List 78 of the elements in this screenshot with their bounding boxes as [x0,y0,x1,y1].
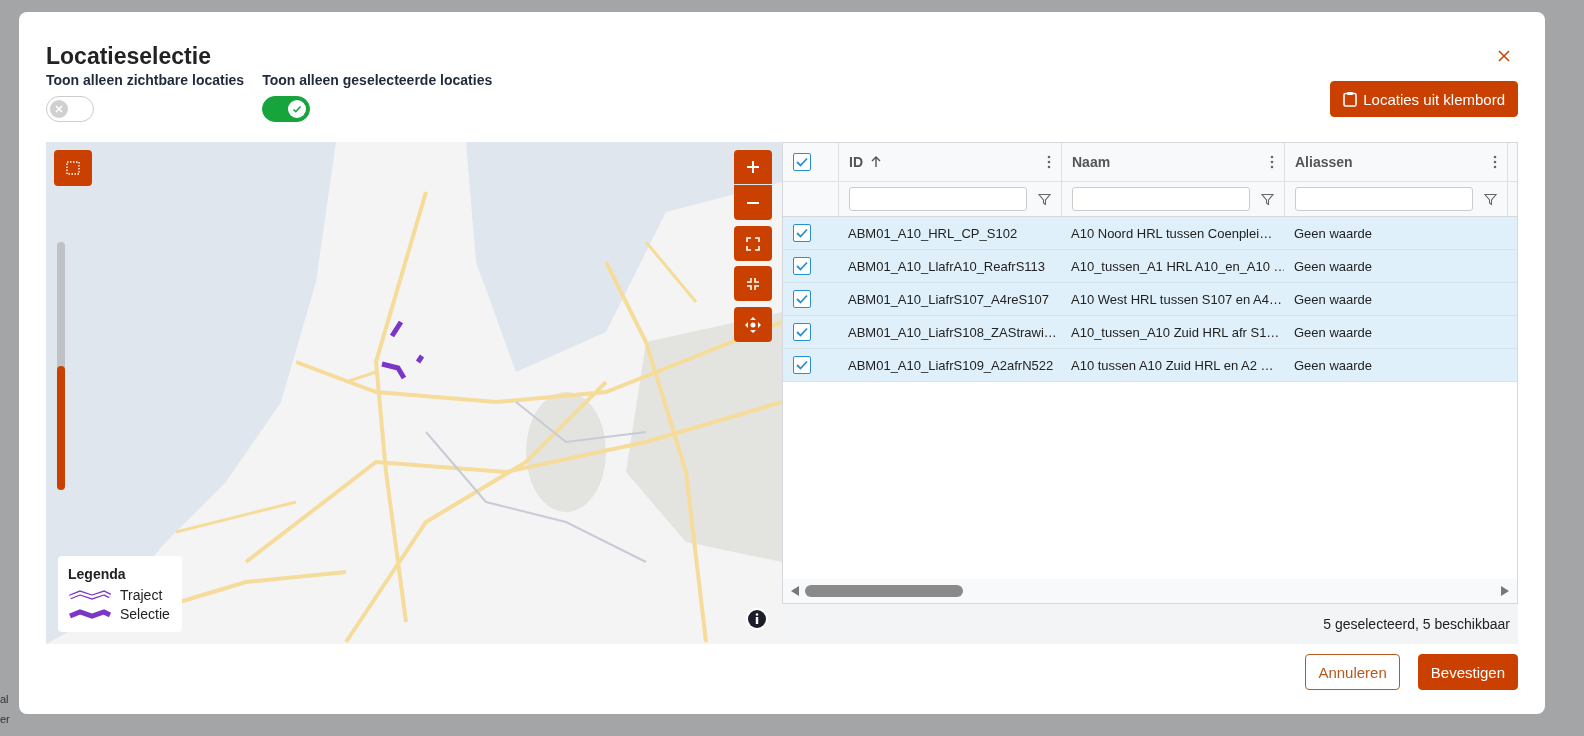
table-cell: Geen waarde [1294,225,1373,241]
check-icon [796,294,808,304]
table-cell: Geen waarde [1294,357,1373,373]
table-cell: ABM01_A10_HRL_CP_S102 [848,225,1018,241]
info-icon[interactable] [746,608,768,630]
plus-icon [746,160,760,174]
table-cell: Geen waarde [1294,324,1373,340]
selection-count: 5 geselecteerd, 5 beschikbaar [1323,616,1510,632]
move-icon [744,315,762,334]
dialog-title: Locatieselectie [46,42,212,70]
toggle-switch[interactable] [262,96,311,122]
checkbox[interactable] [793,290,811,308]
scroll-right-icon[interactable] [1501,586,1509,596]
legend-line-icon [68,589,112,601]
close-icon [1498,50,1510,62]
table-cell: Geen waarde [1294,291,1373,307]
legend-label: Traject [120,587,163,603]
sort-up-icon[interactable] [871,156,881,168]
table-cell: Geen waarde [1294,258,1373,274]
table-cell: A10_tussen_A1 HRL A10_en_A10 … [1071,258,1284,274]
cross-icon [55,105,63,113]
table-cell: A10 tussen A10 Zuid HRL en A2 … [1071,357,1274,373]
column-header[interactable]: Naam [1072,154,1111,170]
filter-icon[interactable] [1484,192,1497,206]
table-cell: ABM01_A10_LiafrS108_ZAStrawi… [848,324,1057,340]
table-cell: A10_tussen_A10 Zuid HRL afr S1… [1071,324,1280,340]
clipboard-icon [1343,91,1358,107]
checkbox[interactable] [793,257,811,275]
column-menu-icon[interactable] [1047,155,1051,169]
table-cell: A10 Noord HRL tussen Coenplei… [1071,225,1273,241]
table-cell: ABM01_A10_LiafrS109_A2afrN522 [848,357,1054,373]
zoom-in-button[interactable] [734,150,772,184]
background-text: al [0,693,9,705]
expand-button[interactable] [734,226,772,261]
legend-line-icon [68,608,112,620]
background-text: er [0,713,10,725]
collapse-icon [745,275,761,292]
selection-tool-button[interactable] [54,150,92,186]
filter-field[interactable] [849,187,1027,211]
table-cell: ABM01_A10_LlafrA10_ReafrS113 [848,258,1046,274]
column-menu-icon[interactable] [1493,155,1497,169]
legend-title: Legenda [68,566,127,582]
column-menu-icon[interactable] [1270,155,1274,169]
check-icon [796,157,808,167]
check-icon [796,360,808,370]
checkbox[interactable] [793,323,811,341]
check-icon [796,327,808,337]
legend-label: Selectie [120,606,170,622]
toggle-label: Toon alleen zichtbare locaties [46,72,245,88]
column-header[interactable]: ID [849,154,863,170]
zoom-slider[interactable] [57,242,65,490]
filter-icon[interactable] [1038,192,1051,206]
toggle-label: Toon alleen geselecteerde locaties [262,72,493,88]
column-header[interactable]: Aliassen [1295,154,1353,170]
filter-field[interactable] [1072,187,1250,211]
table-cell: ABM01_A10_LiafrS107_A4reS107 [848,291,1049,307]
table-cell: A10 West HRL tussen S107 en A4… [1071,291,1282,307]
check-icon [796,261,808,271]
dashed-square-icon [66,161,80,175]
cancel-button[interactable]: Annuleren [1305,654,1400,690]
zoom-out-button[interactable] [734,185,772,220]
checkbox[interactable] [793,224,811,242]
filter-icon[interactable] [1261,192,1274,206]
check-icon [796,228,808,238]
filter-field[interactable] [1295,187,1473,211]
horizontal-scrollbar[interactable] [783,579,1517,603]
scroll-left-icon[interactable] [791,586,799,596]
checkbox[interactable] [793,356,811,374]
collapse-button[interactable] [734,266,772,301]
scrollbar-thumb[interactable] [805,585,963,597]
pan-button[interactable] [734,307,772,342]
expand-icon [745,235,761,252]
minus-icon [747,201,759,204]
toggle-switch[interactable] [46,96,94,122]
confirm-button[interactable]: Bevestigen [1417,654,1518,690]
clipboard-button[interactable]: Locaties uit klembord [1330,81,1518,117]
checkbox[interactable] [793,153,811,171]
check-icon [292,104,303,114]
